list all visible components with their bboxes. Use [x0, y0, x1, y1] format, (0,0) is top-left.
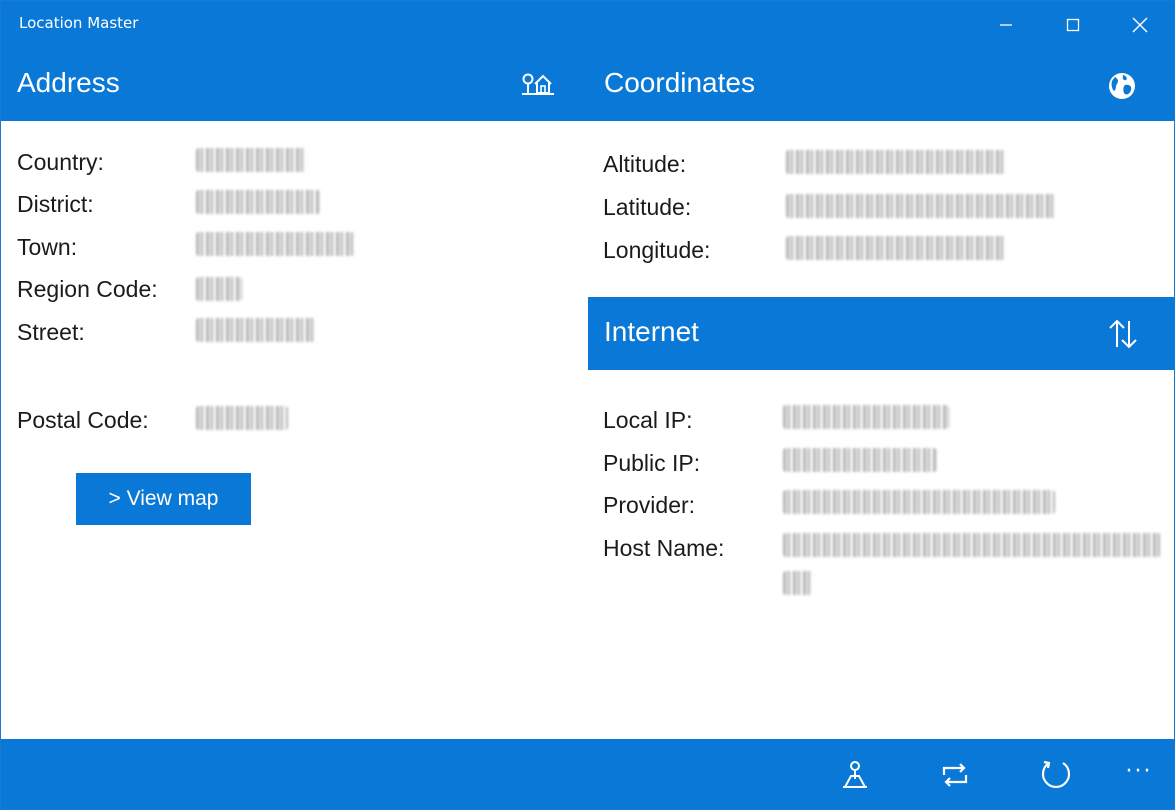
postal-code-label: Postal Code: [17, 407, 149, 433]
public-ip-label: Public IP: [603, 450, 701, 476]
latitude-value: ██████ [786, 194, 1056, 218]
address-title: Address [17, 67, 120, 98]
host-name-value: ██████ [783, 533, 1161, 557]
refresh-button[interactable] [1031, 753, 1079, 797]
maximize-button[interactable] [1040, 1, 1106, 49]
close-icon [1132, 17, 1148, 33]
more-options-button[interactable]: ··· [1119, 759, 1159, 789]
view-map-button[interactable]: > View map [76, 473, 251, 525]
internet-header: Internet [588, 297, 1174, 370]
provider-value: ██████ [783, 490, 1055, 514]
coordinates-title: Coordinates [604, 67, 755, 98]
address-header: Address [1, 49, 588, 121]
town-label: Town: [17, 234, 78, 260]
close-button[interactable] [1107, 1, 1173, 49]
title-bar[interactable]: Location Master [1, 1, 1174, 49]
district-label: District: [17, 191, 94, 217]
local-ip-label: Local IP: [603, 407, 693, 433]
repeat-button[interactable] [931, 753, 979, 797]
town-value: ██████ [196, 232, 354, 256]
app-title: Location Master [19, 14, 139, 32]
minimize-icon [1000, 24, 1012, 26]
altitude-label: Altitude: [603, 151, 687, 177]
country-label: Country: [17, 149, 104, 175]
public-ip-value: ██████ [783, 448, 937, 472]
region-code-label: Region Code: [17, 276, 158, 302]
host-name-value-wrap [783, 571, 813, 595]
coordinates-header: Coordinates [588, 49, 1174, 121]
refresh-icon [1041, 760, 1071, 788]
region-code-value: ██ [196, 277, 242, 301]
location-home-icon[interactable] [521, 71, 555, 99]
repeat-icon [942, 763, 968, 787]
host-name-label: Host Name: [603, 535, 725, 561]
globe-icon[interactable] [1107, 71, 1137, 101]
street-label: Street: [17, 319, 85, 345]
longitude-label: Longitude: [603, 237, 711, 263]
app-window: Location Master Address Coordinates Coun… [0, 0, 1175, 810]
map-pin-button[interactable] [831, 753, 879, 797]
altitude-value: ██████ [786, 150, 1006, 174]
map-pin-icon [843, 761, 867, 788]
local-ip-value: ██████ [783, 405, 949, 429]
latitude-label: Latitude: [603, 194, 692, 220]
longitude-value: ██████ [786, 236, 1006, 260]
maximize-icon [1066, 18, 1080, 32]
postal-code-value: ████ [196, 406, 288, 430]
country-value: ██████ [196, 148, 306, 172]
provider-label: Provider: [603, 492, 696, 518]
bottom-app-bar: ··· [1, 739, 1174, 809]
street-value: ██████ [196, 318, 316, 342]
up-down-arrows-icon[interactable] [1108, 318, 1138, 350]
minimize-button[interactable] [973, 1, 1039, 49]
internet-title: Internet [604, 316, 699, 347]
district-value: ██████ [196, 190, 320, 214]
